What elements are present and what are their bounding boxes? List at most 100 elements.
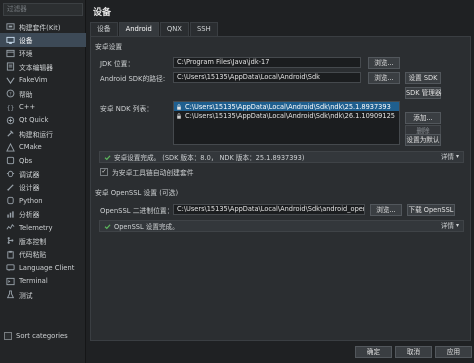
jdk-browse-button[interactable]: 浏览... — [368, 57, 400, 69]
fakevim-icon — [5, 76, 15, 85]
sidebar-item[interactable]: 设计器 — [0, 181, 86, 194]
check-icon — [103, 222, 111, 230]
sidebar-item-label: CMake — [19, 143, 42, 152]
android-status-bar: 安卓设置完成。 (SDK 版本：8.0， NDK 版本：25.1.8937393… — [99, 151, 464, 163]
checkbox-box[interactable]: ✓ — [100, 168, 108, 176]
sidebar-item[interactable]: FakeVim — [0, 74, 86, 87]
sidebar-item[interactable]: 版本控制 — [0, 234, 86, 247]
sidebar-item[interactable]: {} C++ — [0, 100, 86, 113]
jdk-location-field[interactable]: C:\Program Files\Java\jdk-17 — [173, 57, 361, 68]
openssl-details-toggle[interactable]: 详情 ▾ — [441, 221, 459, 231]
sidebar-item[interactable]: 代码粘贴 — [0, 248, 86, 261]
sidebar-item[interactable]: 设备 — [0, 33, 86, 47]
ndk-list-item[interactable]: C:\Users\15135\AppData\Local\Android\Sdk… — [174, 102, 399, 111]
lock-icon — [176, 112, 182, 119]
sidebar-item-label: Terminal — [19, 277, 48, 286]
auto-create-kits-checkbox[interactable]: ✓ 为安卓工具链自动创建套件 — [100, 167, 194, 177]
sidebar-item[interactable]: 环境 — [0, 47, 86, 60]
sidebar-item-label: Language Client — [19, 263, 75, 272]
android-settings-group-title: 安卓设置 — [95, 43, 123, 51]
telemetry-icon — [5, 223, 15, 232]
sidebar-item[interactable]: Python — [0, 194, 86, 207]
android-settings-panel: 安卓设置 JDK 位置： C:\Program Files\Java\jdk-1… — [90, 36, 471, 341]
sidebar-item[interactable]: 构建和运行 — [0, 127, 86, 140]
sidebar-item[interactable]: 构建套件(Kit) — [0, 20, 86, 33]
code-paste-icon — [5, 250, 15, 259]
ndk-add-button[interactable]: 添加... — [405, 112, 441, 124]
test-icon — [5, 290, 15, 299]
chevron-down-icon: ▾ — [455, 222, 459, 229]
cpp-icon: {} — [5, 103, 15, 112]
sdk-manager-button[interactable]: SDK 管理器 — [405, 87, 441, 99]
check-icon — [103, 153, 111, 161]
ok-button[interactable]: 确定 — [355, 346, 392, 358]
sidebar-nav: 构建套件(Kit) 设备 环境 文本编辑器 FakeVim? 帮助 {} C++ Qt Quic… — [0, 20, 86, 301]
sidebar-item-label: Qt Quick — [19, 116, 49, 125]
sort-categories-label: Sort categories — [16, 332, 68, 340]
debugger-icon — [5, 169, 15, 178]
sidebar-item-label: Qbs — [19, 156, 33, 165]
sidebar-item[interactable]: 调试器 — [0, 167, 86, 180]
tab-ssh[interactable]: SSH — [189, 22, 218, 36]
sidebar-item-label: C++ — [19, 103, 36, 112]
main-panel: 设备 设备 Android QNX SSH 安卓设置 JDK 位置： C:\Pr… — [87, 0, 474, 363]
sidebar-item-label: 帮助 — [19, 90, 33, 99]
setup-sdk-button[interactable]: 设置 SDK — [405, 72, 441, 84]
help-icon: ? — [5, 89, 15, 98]
sidebar-item[interactable]: Telemetry — [0, 221, 86, 234]
sdk-path-field[interactable]: C:\Users\15135\AppData\Local\Android\Sdk — [173, 72, 361, 83]
filter-input[interactable]: 过滤器 — [3, 3, 83, 16]
python-icon — [5, 196, 15, 205]
lock-icon — [176, 103, 182, 110]
details-label: 详情 — [440, 153, 454, 161]
sidebar-item-label: 版本控制 — [19, 237, 47, 246]
sidebar-item[interactable]: Qbs — [0, 154, 86, 167]
sidebar-item[interactable]: 测试 — [0, 288, 86, 301]
build-run-icon — [5, 129, 15, 138]
sidebar-item-label: FakeVim — [19, 76, 48, 85]
openssl-status-bar: OpenSSL 设置完成。 详情 ▾ — [99, 220, 464, 232]
sidebar-item-label: Python — [19, 196, 43, 205]
sidebar-item[interactable]: CMake — [0, 141, 86, 154]
sidebar-item-label: 调试器 — [19, 170, 40, 179]
designer-icon — [5, 183, 15, 192]
sidebar-item[interactable]: 分析器 — [0, 207, 86, 220]
checkbox-box[interactable] — [4, 332, 12, 340]
sdk-path-label: Android SDK的路径: — [100, 75, 166, 83]
tab-android[interactable]: Android — [118, 22, 159, 36]
sidebar-item-label: 设计器 — [19, 184, 40, 193]
sidebar-item[interactable]: Language Client — [0, 261, 86, 274]
analyzer-icon — [5, 210, 15, 219]
sidebar-item[interactable]: Qt Quick — [0, 114, 86, 127]
sidebar-item[interactable]: 文本编辑器 — [0, 60, 86, 73]
tab-devices[interactable]: 设备 — [90, 22, 118, 36]
openssl-browse-button[interactable]: 浏览... — [370, 204, 402, 216]
sidebar-item[interactable]: Terminal — [0, 274, 86, 287]
terminal-icon — [5, 277, 15, 286]
text-editor-icon — [5, 62, 15, 71]
kit-icon — [5, 22, 15, 31]
device-icon — [5, 36, 15, 45]
android-details-toggle[interactable]: 详情 ▾ — [441, 152, 459, 162]
openssl-path-field[interactable]: C:\Users\15135\AppData\Local\Android\Sdk… — [173, 204, 365, 215]
tab-bar: 设备 Android QNX SSH — [90, 22, 219, 36]
set-default-button[interactable]: 设置为默认 — [405, 134, 441, 146]
environment-icon — [5, 49, 15, 58]
ndk-list: C:\Users\15135\AppData\Local\Android\Sdk… — [173, 101, 400, 145]
sidebar-item-label: 分析器 — [19, 211, 40, 220]
download-openssl-button[interactable]: 下载 OpenSSL — [407, 204, 455, 216]
chevron-down-icon: ▾ — [455, 153, 459, 160]
qtquick-icon — [5, 116, 15, 125]
version-control-icon — [5, 236, 15, 245]
sidebar-item-label: 构建和运行 — [19, 130, 53, 139]
page-title: 设备 — [93, 8, 112, 18]
sdk-browse-button[interactable]: 浏览... — [368, 72, 400, 84]
cancel-button[interactable]: 取消 — [395, 346, 432, 358]
sidebar-item-label: 测试 — [19, 291, 33, 300]
sidebar-item[interactable]: ? 帮助 — [0, 87, 86, 100]
language-client-icon — [5, 263, 15, 272]
tab-qnx[interactable]: QNX — [159, 22, 189, 36]
sort-categories-checkbox[interactable]: Sort categories — [4, 332, 68, 340]
ndk-list-item[interactable]: C:\Users\15135\AppData\Local\Android\Sdk… — [174, 111, 399, 120]
apply-button[interactable]: 应用 — [435, 346, 472, 358]
